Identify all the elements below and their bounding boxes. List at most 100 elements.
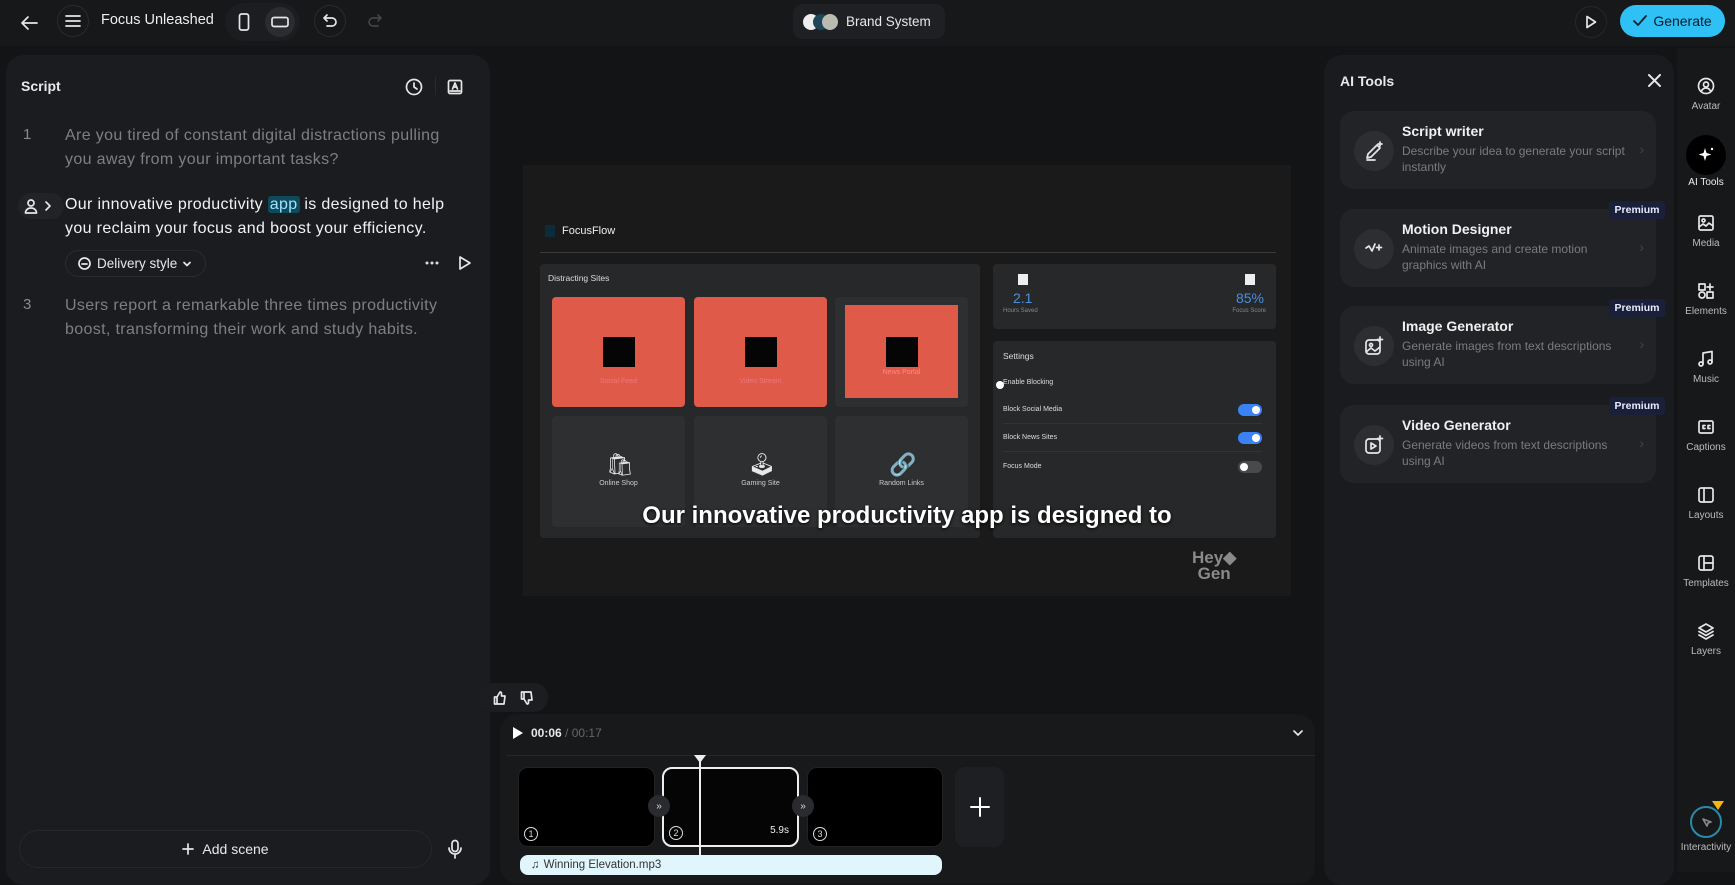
script-line-2[interactable]: Our innovative productivity app is desig… [65, 193, 460, 241]
plus-icon [969, 797, 990, 817]
tool-card-image-generator[interactable]: Image Generator Generate images from tex… [1340, 306, 1656, 384]
premium-badge: Premium [1609, 397, 1665, 415]
video-canvas[interactable]: FocusFlow Distracting Sites Social Feed … [523, 165, 1291, 596]
more-horizontal-icon [425, 261, 439, 265]
check-icon [1633, 15, 1648, 26]
emotion-icon [78, 257, 91, 270]
sidebar-label: Avatar [1691, 101, 1721, 112]
heygen-watermark: Hey◆ Gen [1192, 548, 1237, 583]
history-button[interactable] [405, 78, 423, 96]
sidebar-item-layouts[interactable]: Layouts [1677, 486, 1735, 521]
thumbs-up-icon[interactable] [493, 690, 507, 705]
focus-score-label: Focus Score [1232, 308, 1266, 314]
sidebar-item-media[interactable]: Media [1677, 214, 1735, 249]
chevron-right-icon: › [1639, 141, 1644, 157]
tool-card-video-generator[interactable]: Video Generator Generate videos from tex… [1340, 405, 1656, 483]
audio-track[interactable]: ♫ Winning Elevation.mp3 [520, 855, 942, 875]
sidebar-item-layers[interactable]: Layers [1677, 622, 1735, 657]
landscape-button[interactable] [265, 7, 295, 37]
thumbs-down-icon[interactable] [520, 690, 534, 705]
motion-sparkle-icon [1354, 229, 1394, 269]
chevron-down-icon [183, 261, 192, 266]
collapse-timeline-button[interactable] [1293, 730, 1303, 736]
avatar-selector[interactable] [18, 193, 64, 219]
transition-button[interactable]: » [792, 795, 814, 817]
template-icon [1698, 555, 1714, 571]
sidebar-label: Media [1692, 238, 1720, 249]
tool-title: Script writer [1402, 123, 1484, 139]
target-icon [1245, 274, 1255, 285]
add-clip-button[interactable] [955, 767, 1004, 847]
more-options-button[interactable] [424, 255, 440, 271]
play-line-button[interactable] [458, 255, 472, 271]
brand-system-button[interactable]: Brand System [793, 4, 945, 39]
sparkles-icon [1686, 135, 1726, 175]
play-icon [1586, 15, 1597, 29]
hours-saved-value: 2.1 [1013, 290, 1033, 306]
image-placeholder-icon [744, 337, 777, 367]
landscape-icon [271, 16, 289, 28]
chevron-right-icon [45, 201, 51, 211]
arrow-left-icon [21, 16, 38, 30]
sidebar-item-ai-tools[interactable]: AI Tools [1677, 135, 1735, 188]
toggle-focus-mode[interactable] [1238, 461, 1262, 473]
sidebar-label: AI Tools [1688, 177, 1724, 188]
generate-button[interactable]: Generate [1620, 5, 1725, 37]
sidebar-item-interactivity[interactable]: Interactivity [1677, 801, 1735, 853]
divider [506, 755, 1315, 756]
sidebar-label: Layouts [1688, 510, 1724, 521]
hamburger-icon [65, 15, 81, 27]
site-tile: Video Stream [694, 297, 827, 407]
pencil-sparkle-icon [1354, 131, 1394, 171]
play-icon [513, 727, 523, 739]
redo-button[interactable] [359, 5, 391, 37]
sidebar-label: Elements [1685, 306, 1727, 317]
scene-clip-3[interactable]: 3 [807, 767, 943, 847]
video-sparkle-icon [1354, 425, 1394, 465]
tile-label: Online Shop [599, 480, 638, 487]
clip-duration: 5.9s [770, 825, 789, 836]
redo-icon [368, 14, 382, 27]
setting-label: Focus Mode [1003, 463, 1042, 470]
delivery-style-dropdown[interactable]: Delivery style [65, 250, 206, 277]
panel-title: Distracting Sites [548, 273, 610, 283]
tool-card-script-writer[interactable]: Script writer Describe your idea to gene… [1340, 111, 1656, 189]
toggle-block-news[interactable] [1238, 432, 1262, 444]
sidebar-label: Captions [1686, 442, 1726, 453]
record-voice-button[interactable] [447, 839, 463, 859]
captions-style-button[interactable] [447, 79, 463, 95]
menu-button[interactable] [57, 5, 89, 37]
preview-play-button[interactable] [1575, 6, 1607, 38]
timeline-play-button[interactable] [512, 726, 524, 740]
sidebar-item-templates[interactable]: Templates [1677, 554, 1735, 589]
project-title[interactable]: Focus Unleashed [101, 12, 214, 28]
back-button[interactable] [18, 12, 40, 34]
script-line-3[interactable]: Users report a remarkable three times pr… [65, 294, 460, 342]
sidebar-item-avatar[interactable]: Avatar [1677, 77, 1735, 112]
scene-clip-2-selected[interactable]: 2 5.9s [662, 767, 799, 847]
playhead-handle[interactable] [694, 755, 706, 763]
close-button[interactable] [1648, 74, 1661, 87]
music-icon [1698, 350, 1713, 367]
script-line-1[interactable]: Are you tired of constant digital distra… [65, 124, 460, 172]
feedback-pill [478, 683, 548, 712]
sidebar-item-captions[interactable]: Captions [1677, 418, 1735, 453]
tool-description: Generate videos from text descriptions u… [1402, 438, 1608, 468]
tile-label: Social Feed [600, 378, 637, 385]
undo-button[interactable] [314, 5, 346, 37]
video-caption: Our innovative productivity app is desig… [642, 502, 1172, 529]
scene-clip-1[interactable]: 1 [518, 767, 655, 847]
sidebar-item-elements[interactable]: Elements [1677, 282, 1735, 317]
clock-icon [1018, 274, 1028, 285]
sidebar-label: Interactivity [1680, 842, 1732, 853]
ai-tools-title: AI Tools [1340, 73, 1395, 89]
transition-button[interactable]: » [648, 795, 670, 817]
tool-card-motion-designer[interactable]: Motion Designer Animate images and creat… [1340, 209, 1656, 287]
toggle-block-social[interactable] [1238, 404, 1262, 416]
portrait-button[interactable] [229, 7, 259, 37]
add-scene-button[interactable]: Add scene [19, 830, 432, 868]
setting-label: Block Social Media [1003, 406, 1063, 413]
cursor-click-icon [1690, 801, 1724, 838]
sidebar-item-music[interactable]: Music [1677, 350, 1735, 385]
highlighted-word[interactable]: app [267, 196, 300, 213]
